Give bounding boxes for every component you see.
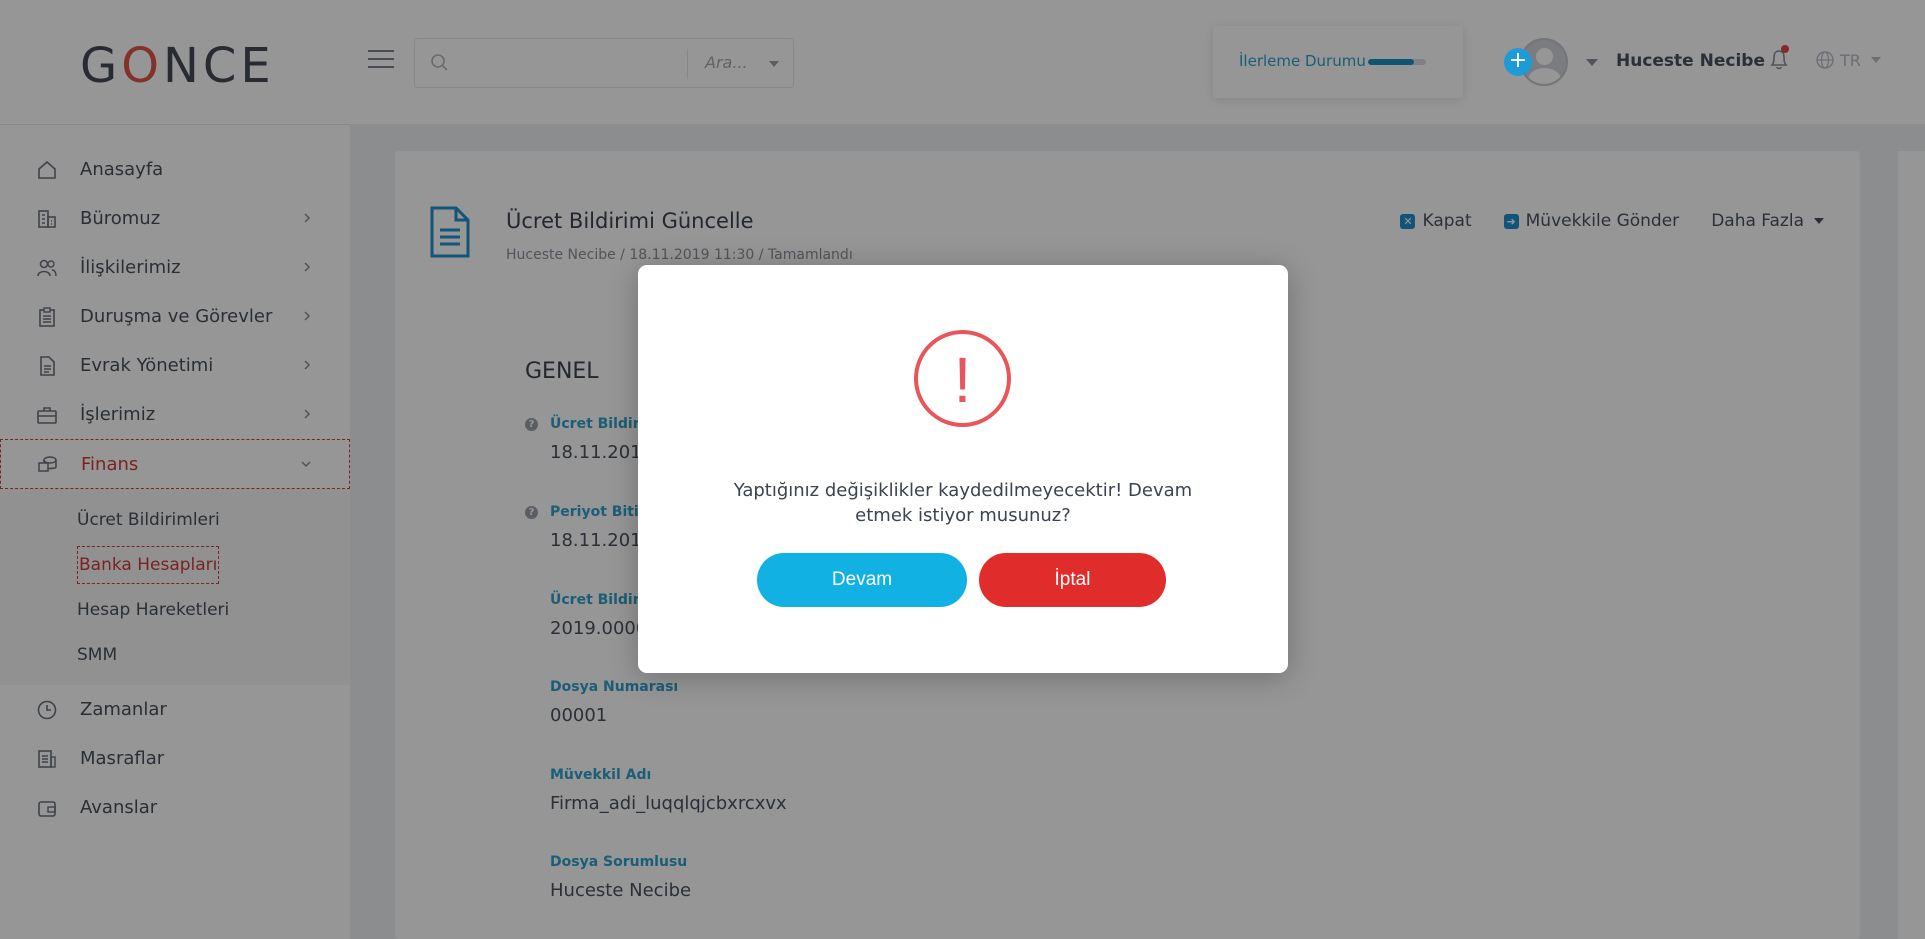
add-button[interactable]: +: [1504, 48, 1532, 76]
warning-icon: !: [914, 330, 1011, 427]
dialog-message: Yaptığınız değişiklikler kaydedilmeyecek…: [733, 480, 1193, 526]
confirm-dialog: ! Yaptığınız değişiklikler kaydedilmeyec…: [638, 265, 1288, 673]
continue-button[interactable]: Devam: [757, 553, 967, 607]
cancel-button[interactable]: İptal: [979, 553, 1166, 607]
